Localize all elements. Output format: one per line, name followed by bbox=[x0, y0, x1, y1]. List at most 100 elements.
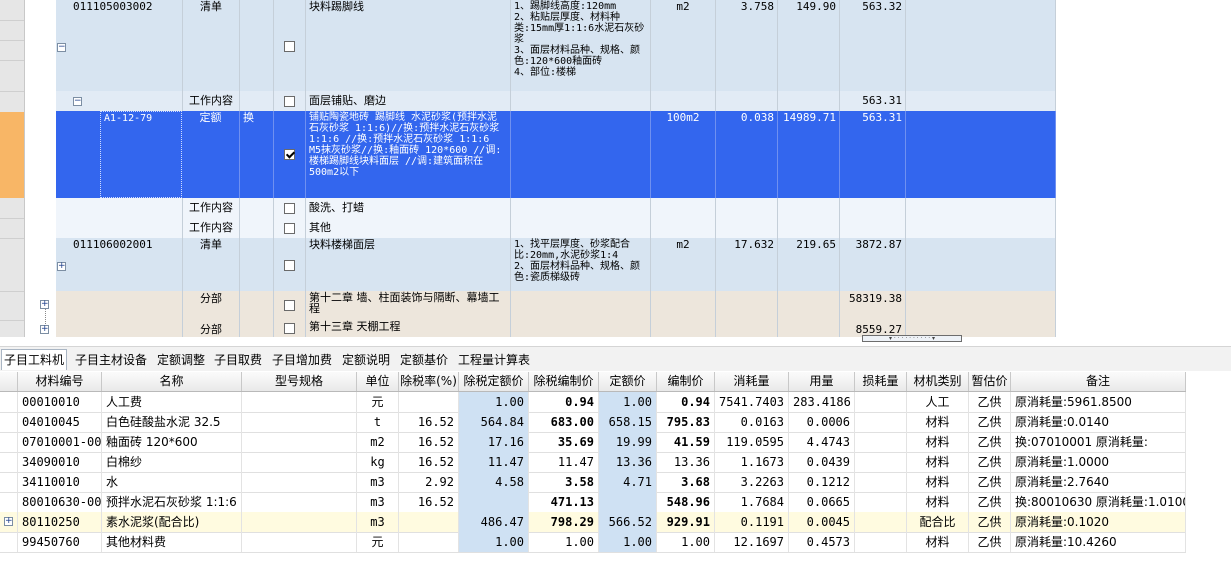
material-name[interactable]: 釉面砖 120*600 bbox=[102, 432, 242, 452]
expand-icon[interactable]: + bbox=[4, 517, 13, 526]
material-yl[interactable]: 0.1212 bbox=[789, 472, 855, 492]
material-spec[interactable] bbox=[242, 412, 357, 432]
material-unit[interactable]: 元 bbox=[357, 532, 399, 552]
material-bz2[interactable]: 换:80010630 原消耗量:1.0100 bbox=[1011, 492, 1186, 512]
material-de[interactable]: 1.00 bbox=[599, 392, 657, 412]
material-xh[interactable]: 119.0595 bbox=[715, 432, 789, 452]
material-row[interactable]: 34090010 白棉纱 kg 16.52 11.47 11.47 13.36 13.36 1.… bbox=[0, 452, 1186, 473]
material-rate[interactable]: 16.52 bbox=[399, 432, 459, 452]
material-spec[interactable] bbox=[242, 492, 357, 512]
material-zg[interactable]: 乙供 bbox=[969, 492, 1011, 512]
material-row[interactable]: 34110010 水 m3 2.92 4.58 3.58 4.71 3.68 3.2263 0.1… bbox=[0, 472, 1186, 493]
material-bz2[interactable]: 原消耗量:5961.8500 bbox=[1011, 392, 1186, 412]
material-bz2[interactable]: 原消耗量:0.0140 bbox=[1011, 412, 1186, 432]
bill-row[interactable]: 011105003002 清单 块料踢脚线 1、踢脚线高度:120mm 2、粘贴… bbox=[56, 0, 1056, 91]
material-yl[interactable]: 0.0045 bbox=[789, 512, 855, 532]
material-row[interactable]: 80010630-0002预拌水泥石灰砂浆 1:1:6 M5抹灰砂浆 m316.5… bbox=[0, 492, 1186, 513]
material-bz[interactable]: 3.58 bbox=[529, 472, 599, 492]
expand-icon[interactable]: + bbox=[40, 325, 49, 334]
material-code[interactable]: 80010630-0002 bbox=[18, 492, 102, 512]
material-name[interactable]: 白色硅酸盐水泥 32.5 bbox=[102, 412, 242, 432]
col-header[interactable]: 除税编制价 bbox=[529, 372, 599, 391]
col-header[interactable]: 用量 bbox=[789, 372, 855, 391]
material-dj[interactable]: 486.47 bbox=[459, 512, 529, 532]
material-yl[interactable]: 0.0439 bbox=[789, 452, 855, 472]
col-header[interactable]: 名称 bbox=[102, 372, 242, 391]
expand-icon[interactable]: + bbox=[57, 262, 66, 271]
material-yl[interactable]: 0.0665 bbox=[789, 492, 855, 512]
material-bzj[interactable]: 929.91 bbox=[657, 512, 715, 532]
tab-materials[interactable]: 子目工料机 bbox=[1, 349, 68, 370]
material-bz2[interactable]: 原消耗量:2.7640 bbox=[1011, 472, 1186, 492]
material-bz2[interactable]: 原消耗量:10.4260 bbox=[1011, 532, 1186, 552]
material-de[interactable]: 19.99 bbox=[599, 432, 657, 452]
material-unit[interactable]: m2 bbox=[357, 432, 399, 452]
material-dj[interactable] bbox=[459, 492, 529, 512]
col-header[interactable]: 备注 bbox=[1011, 372, 1186, 391]
material-rate[interactable]: 2.92 bbox=[399, 472, 459, 492]
material-lb[interactable]: 人工 bbox=[907, 392, 969, 412]
material-unit[interactable]: t bbox=[357, 412, 399, 432]
material-zg[interactable]: 乙供 bbox=[969, 412, 1011, 432]
material-xh[interactable]: 3.2263 bbox=[715, 472, 789, 492]
select-checkbox-checked[interactable] bbox=[284, 149, 295, 160]
col-header[interactable]: 暂估价 bbox=[969, 372, 1011, 391]
bill-row[interactable]: 工作内容 酸洗、打蜡 bbox=[56, 198, 1056, 218]
material-name[interactable]: 预拌水泥石灰砂浆 1:1:6 M5抹灰砂浆 bbox=[102, 492, 242, 512]
material-sh[interactable] bbox=[855, 452, 907, 472]
material-sh[interactable] bbox=[855, 532, 907, 552]
material-yl[interactable]: 4.4743 bbox=[789, 432, 855, 452]
material-lb[interactable]: 材料 bbox=[907, 532, 969, 552]
material-lb[interactable]: 配合比 bbox=[907, 512, 969, 532]
material-lb[interactable]: 材料 bbox=[907, 492, 969, 512]
material-sh[interactable] bbox=[855, 492, 907, 512]
material-code[interactable]: 80110250 bbox=[18, 512, 102, 532]
material-bz[interactable]: 0.94 bbox=[529, 392, 599, 412]
tab-base-price[interactable]: 定额基价 bbox=[398, 351, 450, 369]
material-dj[interactable]: 11.47 bbox=[459, 452, 529, 472]
material-bzj[interactable]: 41.59 bbox=[657, 432, 715, 452]
material-code[interactable]: 04010045 bbox=[18, 412, 102, 432]
material-xh[interactable]: 0.1191 bbox=[715, 512, 789, 532]
col-header[interactable]: 单位 bbox=[357, 372, 399, 391]
tab-main-equipment[interactable]: 子目主材设备 bbox=[73, 351, 149, 369]
material-de[interactable] bbox=[599, 492, 657, 512]
material-rate[interactable] bbox=[399, 512, 459, 532]
tab-extra-fee[interactable]: 子目增加费 bbox=[270, 351, 334, 369]
material-code[interactable]: 34110010 bbox=[18, 472, 102, 492]
material-bz2[interactable]: 换:07010001 原消耗量: bbox=[1011, 432, 1186, 452]
material-bz[interactable]: 683.00 bbox=[529, 412, 599, 432]
material-bzj[interactable]: 548.96 bbox=[657, 492, 715, 512]
col-header[interactable]: 型号规格 bbox=[242, 372, 357, 391]
material-spec[interactable] bbox=[242, 452, 357, 472]
material-bz[interactable]: 471.13 bbox=[529, 492, 599, 512]
material-zg[interactable]: 乙供 bbox=[969, 392, 1011, 412]
material-spec[interactable] bbox=[242, 472, 357, 492]
material-row[interactable]: 99450760 其他材料费元 1.00 1.00 1.00 1.00 12.1697 0.4… bbox=[0, 532, 1186, 553]
material-lb[interactable]: 材料 bbox=[907, 452, 969, 472]
material-code[interactable]: 00010010 bbox=[18, 392, 102, 412]
expand-icon[interactable]: + bbox=[40, 300, 49, 309]
material-yl[interactable]: 283.4186 bbox=[789, 392, 855, 412]
select-checkbox[interactable] bbox=[284, 323, 295, 334]
bill-row[interactable]: 工作内容 面层铺贴、磨边 563.31 bbox=[56, 91, 1056, 111]
horizontal-scrollbar[interactable]: ▾ · · · · · · · · · · ▾ bbox=[862, 335, 962, 342]
material-bzj[interactable]: 1.00 bbox=[657, 532, 715, 552]
material-unit[interactable]: m3 bbox=[357, 512, 399, 532]
collapse-icon[interactable]: − bbox=[73, 97, 82, 106]
col-header[interactable]: 材料编号 bbox=[18, 372, 102, 391]
material-xh[interactable]: 7541.7403 bbox=[715, 392, 789, 412]
material-unit[interactable]: 元 bbox=[357, 392, 399, 412]
tab-quota-notes[interactable]: 定额说明 bbox=[340, 351, 392, 369]
material-dj[interactable]: 17.16 bbox=[459, 432, 529, 452]
material-rate[interactable] bbox=[399, 392, 459, 412]
material-zg[interactable]: 乙供 bbox=[969, 452, 1011, 472]
tab-quantity-calc[interactable]: 工程量计算表 bbox=[456, 351, 532, 369]
material-de[interactable]: 13.36 bbox=[599, 452, 657, 472]
material-xh[interactable]: 12.1697 bbox=[715, 532, 789, 552]
material-zg[interactable]: 乙供 bbox=[969, 432, 1011, 452]
material-code[interactable]: 99450760 bbox=[18, 532, 102, 552]
tab-quota-adjust[interactable]: 定额调整 bbox=[155, 351, 207, 369]
col-header[interactable]: 消耗量 bbox=[715, 372, 789, 391]
material-rate[interactable]: 16.52 bbox=[399, 452, 459, 472]
